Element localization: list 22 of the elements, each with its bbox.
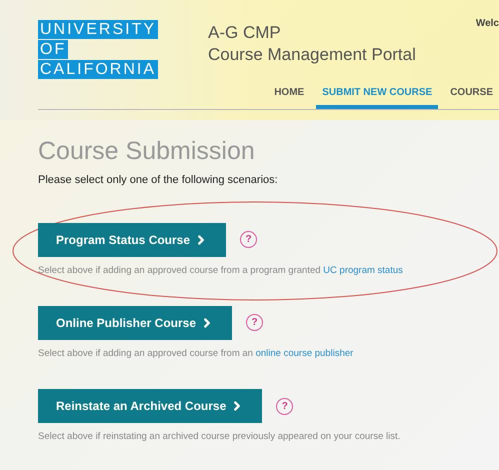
instruction-text: Please select only one of the following scenarios: [38,173,279,188]
help-icon[interactable]: ? [276,398,294,414]
scenario-description: Select above if adding an approved course from a program granted UC program status [38,264,404,278]
scenario-description: Select above if reinstating an archived course previously appeared on your course list. [38,430,402,444]
description-link[interactable]: UC program status [323,264,403,276]
portal-subtitle: Course Management Portal [208,44,416,66]
nav-tab[interactable]: SUBMIT NEW COURSE [316,83,438,109]
scenario-button[interactable]: Reinstate an Archived Course [38,389,262,423]
logo-text: CALIFORNIA [38,60,158,79]
help-icon[interactable]: ? [246,314,264,332]
logo-text: OF [38,40,68,59]
nav-tab[interactable]: HOME [268,83,310,109]
scenario-description: Select above if adding an approved course from an online course publisher [38,346,354,361]
welcome-text: Welc [476,17,499,31]
nav-tab[interactable]: COURSE [444,83,499,109]
scenario-button[interactable]: Program Status Course [38,222,226,256]
logo-text: UNIVERSITY [38,20,158,39]
page-heading: Course Submission [38,136,256,166]
help-icon[interactable]: ? [240,231,258,248]
portal-title: A-G CMP [208,22,282,44]
scenario-button[interactable]: Online Publisher Course [38,306,232,340]
description-link[interactable]: online course publisher [256,348,354,359]
